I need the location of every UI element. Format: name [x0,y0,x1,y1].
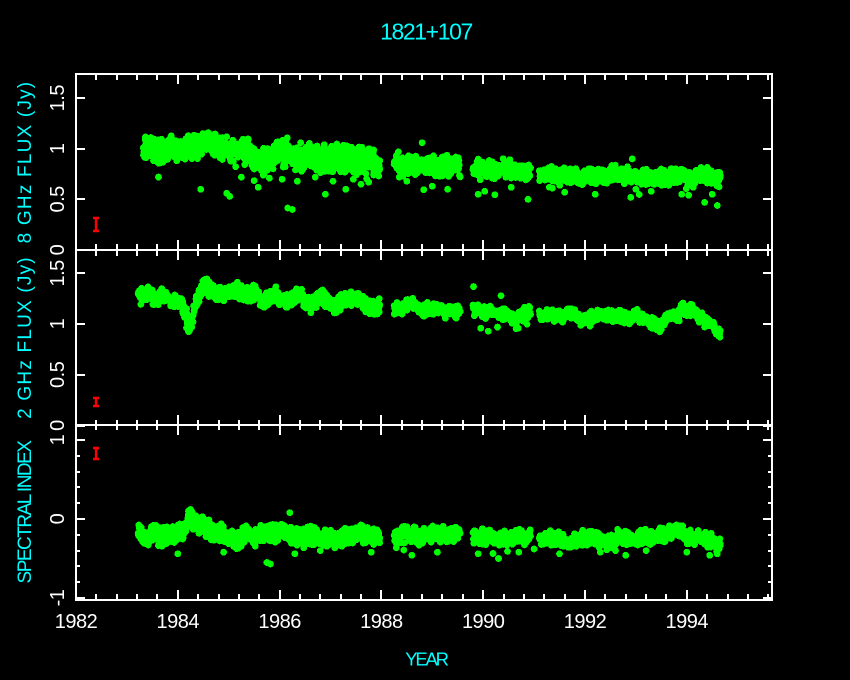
svg-text:0.5: 0.5 [47,361,69,388]
svg-text:1821+107: 1821+107 [380,19,472,45]
svg-text:1: 1 [47,143,69,154]
svg-text:1.5: 1.5 [47,85,69,112]
svg-text:2 GHz FLUX (Jy): 2 GHz FLUX (Jy) [15,256,36,419]
svg-text:1986: 1986 [258,611,301,633]
svg-text:1982: 1982 [55,611,98,633]
svg-text:0: 0 [47,513,69,524]
svg-text:-1: -1 [47,589,69,606]
svg-text:1.5: 1.5 [47,260,69,287]
svg-text:8 GHz FLUX (Jy): 8 GHz FLUX (Jy) [15,81,36,244]
svg-text:YEAR: YEAR [405,649,448,670]
svg-text:1988: 1988 [360,611,403,633]
svg-text:1: 1 [47,318,69,329]
svg-text:0.5: 0.5 [47,186,69,213]
svg-text:1: 1 [47,434,69,445]
svg-text:1984: 1984 [157,611,200,633]
svg-text:SPECTRAL INDEX: SPECTRAL INDEX [15,440,36,584]
svg-text:0: 0 [47,244,69,255]
svg-text:1992: 1992 [564,611,607,633]
svg-text:1994: 1994 [666,611,709,633]
svg-text:0: 0 [47,420,69,431]
svg-text:1990: 1990 [462,611,505,633]
